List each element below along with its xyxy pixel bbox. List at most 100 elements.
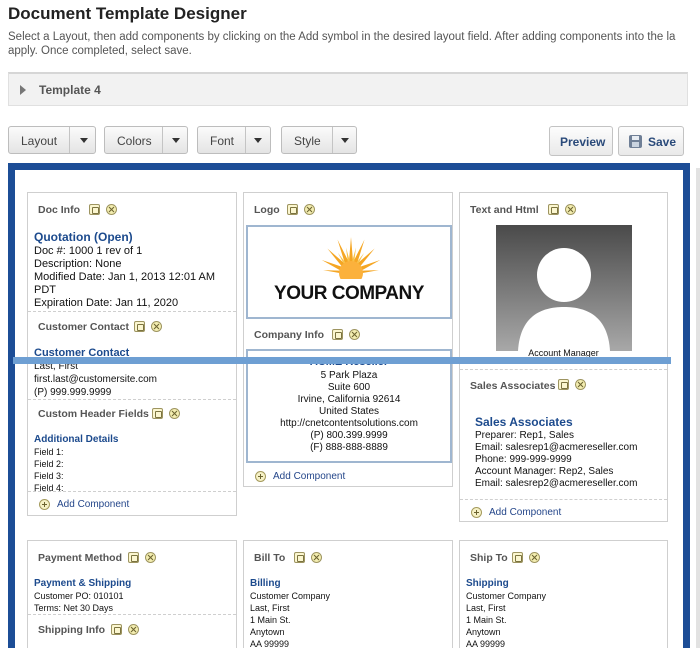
layout-dropdown[interactable]: Layout	[8, 126, 96, 154]
billing-line: Anytown	[250, 627, 285, 637]
remove-icon[interactable]	[169, 408, 180, 419]
add-component-icon[interactable]	[255, 471, 266, 482]
edit-icon[interactable]	[287, 204, 298, 215]
chevron-down-icon[interactable]	[341, 138, 349, 143]
billing-line: Last, First	[250, 603, 290, 613]
add-component-link[interactable]: Add Component	[273, 471, 345, 482]
sales-associates-title: Sales Associates	[475, 415, 573, 429]
sales-associates-line: Phone: 999-999-9999	[475, 454, 572, 465]
billing-line: Customer Company	[250, 591, 331, 601]
edit-icon[interactable]	[128, 552, 139, 563]
custom-header-title: Additional Details	[34, 434, 119, 445]
remove-icon[interactable]	[145, 552, 156, 563]
billing-line: 1 Main St.	[250, 615, 291, 625]
avatar-icon	[496, 225, 632, 351]
company-info-line: (F) 888-888-8889	[310, 442, 388, 453]
add-component-link[interactable]: Add Component	[57, 499, 129, 510]
layout-field-body-right: Ship To Shipping Customer Company Last, …	[459, 540, 668, 648]
company-info-header: Company Info	[254, 329, 324, 341]
payment-title: Payment & Shipping	[34, 578, 132, 589]
shipping-line: Customer Company	[466, 591, 547, 601]
doc-info-line: Description: None	[34, 258, 122, 270]
chevron-down-icon[interactable]	[172, 138, 180, 143]
add-component-icon[interactable]	[471, 507, 482, 518]
add-component-link[interactable]: Add Component	[489, 507, 561, 518]
remove-icon[interactable]	[151, 321, 162, 332]
style-dropdown[interactable]: Style	[281, 126, 357, 154]
save-label: Save	[648, 135, 677, 149]
shipping-line: Anytown	[466, 627, 501, 637]
company-logo: YOUR COMPANY	[246, 225, 452, 319]
preview-button[interactable]: Preview	[549, 126, 613, 156]
section-divider[interactable]	[13, 357, 671, 364]
edit-icon[interactable]	[89, 204, 100, 215]
chevron-down-icon[interactable]	[254, 138, 262, 143]
remove-icon[interactable]	[128, 624, 139, 635]
doc-info-line: Doc #: 1000 1 rev of 1	[34, 245, 143, 257]
logo-wordmark: YOUR COMPANY	[274, 283, 424, 304]
font-label: Font	[210, 134, 235, 148]
doc-info-header: Doc Info	[38, 204, 80, 216]
sales-associates-header: Sales Associates	[470, 380, 556, 392]
layout-field-body-center: Bill To Billing Customer Company Last, F…	[243, 540, 453, 648]
edit-icon[interactable]	[152, 408, 163, 419]
preview-label: Preview	[560, 135, 606, 149]
scrollbar-track[interactable]	[696, 168, 700, 648]
style-label: Style	[294, 134, 321, 148]
save-disk-icon	[629, 135, 642, 148]
custom-header-line: Field 2:	[34, 459, 64, 469]
customer-contact-line: first.last@customersite.com	[34, 374, 157, 385]
remove-icon[interactable]	[575, 379, 586, 390]
remove-icon[interactable]	[529, 552, 540, 563]
doc-info-line: Expiration Date: Jan 11, 2020	[34, 297, 179, 309]
edit-icon[interactable]	[558, 379, 569, 390]
layout-field-header-center: Logo YOUR COMPANY Company Info 5 Park Pl…	[243, 192, 453, 487]
remove-icon[interactable]	[304, 204, 315, 215]
shipping-line: Last, First	[466, 603, 506, 613]
payment-line: Customer PO: 010101	[34, 591, 124, 601]
bill-to-header: Bill To	[254, 552, 286, 564]
sales-associates-line: Preparer: Rep1, Sales	[475, 430, 574, 441]
page-title: Document Template Designer	[8, 4, 247, 23]
company-info-box: ACME Reseller 5 Park Plaza Suite 600 Irv…	[246, 349, 452, 463]
shipping-line: 1 Main St.	[466, 615, 507, 625]
colors-dropdown[interactable]: Colors	[104, 126, 188, 154]
edit-icon[interactable]	[294, 552, 305, 563]
remove-icon[interactable]	[565, 204, 576, 215]
edit-icon[interactable]	[332, 329, 343, 340]
shipping-info-header: Shipping Info	[38, 624, 106, 636]
company-info-line: (P) 800.399.9999	[310, 430, 388, 441]
edit-icon[interactable]	[548, 204, 559, 215]
logo-header: Logo	[254, 204, 280, 216]
sunburst-logo-icon	[321, 237, 381, 279]
remove-icon[interactable]	[106, 204, 117, 215]
company-info-line: Suite 600	[327, 382, 371, 393]
remove-icon[interactable]	[349, 329, 360, 340]
layout-label: Layout	[21, 134, 58, 148]
custom-header-fields-header: Custom Header Fields	[38, 408, 149, 420]
custom-header-line: Field 1:	[34, 447, 64, 457]
add-component-icon[interactable]	[39, 499, 50, 510]
doc-info-line: Modified Date: Jan 1, 2013 12:01 AM	[34, 271, 216, 283]
doc-info-title: Quotation (Open)	[34, 230, 133, 244]
save-button[interactable]: Save	[618, 126, 684, 156]
edit-icon[interactable]	[134, 321, 145, 332]
chevron-down-icon[interactable]	[80, 138, 88, 143]
edit-icon[interactable]	[512, 552, 523, 563]
text-and-html-header: Text and Html	[470, 204, 539, 216]
triangle-right-icon[interactable]	[20, 85, 26, 95]
ship-to-header: Ship To	[470, 552, 508, 564]
customer-contact-header: Customer Contact	[38, 321, 130, 333]
company-info-line: Irvine, California 92614	[297, 394, 401, 405]
billing-line: AA 99999	[250, 639, 290, 648]
remove-icon[interactable]	[311, 552, 322, 563]
instructions-text: Select a Layout, then add components by …	[8, 31, 676, 57]
sales-associates-line: Email: salesrep1@acmereseller.com	[475, 442, 638, 453]
edit-icon[interactable]	[111, 624, 122, 635]
template-collapsible[interactable]: Template 4	[8, 72, 688, 106]
company-info-line: 5 Park Plaza	[320, 370, 378, 381]
colors-label: Colors	[117, 134, 152, 148]
shipping-title: Shipping	[466, 578, 509, 589]
customer-contact-line: (P) 999.999.9999	[34, 387, 112, 398]
font-dropdown[interactable]: Font	[197, 126, 271, 154]
